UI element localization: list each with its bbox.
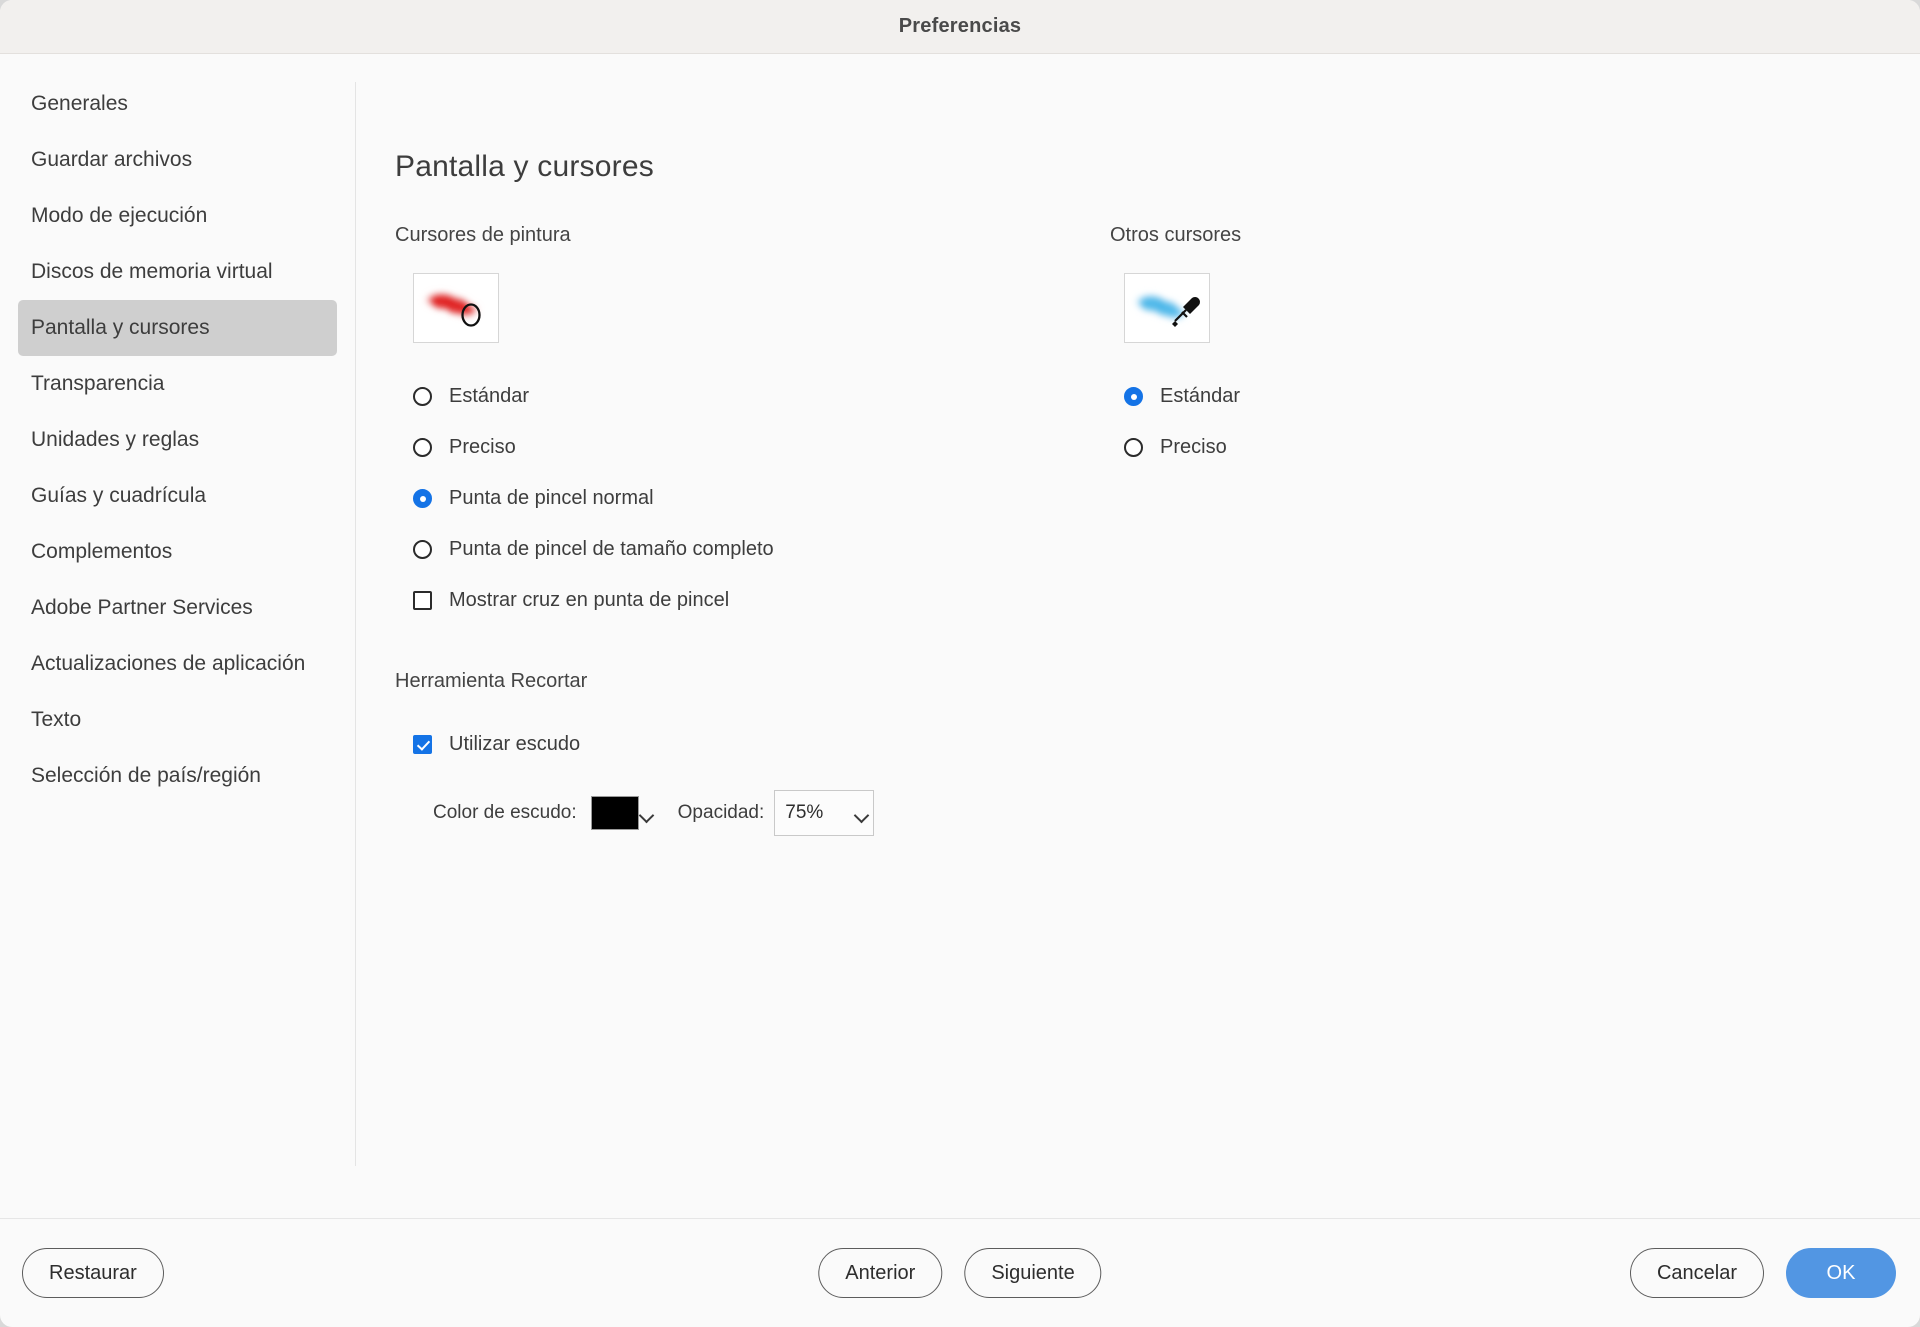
paint-cursor-option-1[interactable]: Preciso bbox=[395, 422, 1095, 473]
ok-button[interactable]: OK bbox=[1786, 1248, 1896, 1298]
radio-button[interactable] bbox=[413, 540, 432, 559]
sidebar-item-9[interactable]: Adobe Partner Services bbox=[18, 580, 337, 636]
use-shield-row[interactable]: Utilizar escudo bbox=[395, 719, 1095, 770]
sidebar-item-label: Discos de memoria virtual bbox=[31, 260, 273, 283]
sidebar-item-label: Pantalla y cursores bbox=[31, 316, 210, 339]
sidebar-item-1[interactable]: Guardar archivos bbox=[18, 132, 337, 188]
cancel-button[interactable]: Cancelar bbox=[1629, 1248, 1764, 1298]
radio-button[interactable] bbox=[1124, 387, 1143, 406]
sidebar-item-label: Modo de ejecución bbox=[31, 204, 208, 227]
other-cursor-options: Estándar Preciso bbox=[1110, 371, 1920, 473]
brush-stroke-preview bbox=[413, 273, 499, 343]
dialog-titlebar: Preferencias bbox=[0, 0, 1920, 54]
sidebar-item-label: Guías y cuadrícula bbox=[31, 484, 207, 507]
sidebar-item-4[interactable]: Pantalla y cursores bbox=[18, 300, 337, 356]
other-cursor-option-label: Preciso bbox=[1160, 436, 1227, 458]
previous-button[interactable]: Anterior bbox=[818, 1248, 943, 1298]
sidebar-item-label: Selección de país/región bbox=[31, 764, 261, 787]
sidebar-item-6[interactable]: Unidades y reglas bbox=[18, 412, 337, 468]
show-crosshair-label: Mostrar cruz en punta de pincel bbox=[449, 589, 730, 611]
paint-cursors-column: Cursores de pintura Estándar Preciso Pun… bbox=[395, 224, 1095, 836]
sidebar-item-8[interactable]: Complementos bbox=[18, 524, 337, 580]
crop-tool-group-label: Herramienta Recortar bbox=[395, 670, 588, 692]
sidebar-item-11[interactable]: Texto bbox=[18, 692, 337, 748]
eyedropper-preview-icon bbox=[1133, 293, 1200, 327]
preferences-sidebar: Generales Guardar archivos Modo de ejecuci… bbox=[0, 54, 355, 1218]
paint-cursors-group-label: Cursores de pintura bbox=[395, 224, 571, 246]
sidebar-item-label: Guardar archivos bbox=[31, 148, 193, 171]
next-button[interactable]: Siguiente bbox=[964, 1248, 1102, 1298]
opacity-label: Opacidad: bbox=[677, 802, 765, 823]
restore-button[interactable]: Restaurar bbox=[22, 1248, 164, 1298]
sidebar-item-label: Transparencia bbox=[31, 372, 165, 395]
paint-cursor-option-3[interactable]: Punta de pincel de tamaño completo bbox=[395, 524, 1095, 575]
sidebar-item-3[interactable]: Discos de memoria virtual bbox=[18, 244, 337, 300]
radio-button[interactable] bbox=[413, 438, 432, 457]
paint-cursor-option-0[interactable]: Estándar bbox=[395, 371, 1095, 422]
sidebar-item-7[interactable]: Guías y cuadrícula bbox=[18, 468, 337, 524]
sidebar-item-label: Texto bbox=[31, 708, 82, 731]
other-cursor-option-label: Estándar bbox=[1160, 385, 1241, 407]
sidebar-item-5[interactable]: Transparencia bbox=[18, 356, 337, 412]
other-cursors-column: Otros cursores Estándar Preciso bbox=[1095, 224, 1920, 836]
sidebar-item-10[interactable]: Actualizaciones de aplicación bbox=[18, 636, 337, 692]
show-crosshair-checkbox[interactable] bbox=[413, 591, 432, 610]
radio-button[interactable] bbox=[413, 489, 432, 508]
page-title: Pantalla y cursores bbox=[395, 150, 654, 183]
sidebar-item-label: Generales bbox=[31, 92, 128, 115]
paint-cursor-option-2[interactable]: Punta de pincel normal bbox=[395, 473, 1095, 524]
footer-right-group: Cancelar OK bbox=[1629, 1248, 1896, 1298]
opacity-select[interactable]: 75% bbox=[774, 790, 875, 836]
dialog-title: Preferencias bbox=[898, 15, 1022, 37]
other-cursors-group-label: Otros cursores bbox=[1110, 224, 1242, 246]
sidebar-item-label: Actualizaciones de aplicación bbox=[31, 652, 306, 675]
preferences-content-panel: Pantalla y cursores Cursores de pintura bbox=[355, 54, 1920, 1218]
use-shield-label: Utilizar escudo bbox=[449, 733, 581, 755]
dialog-footer: Restaurar Anterior Siguiente Cancelar OK bbox=[0, 1218, 1920, 1327]
paint-cursor-option-label: Preciso bbox=[449, 436, 516, 458]
paint-cursor-options: Estándar Preciso Punta de pincel normal Pun… bbox=[395, 371, 1095, 626]
other-cursor-option-0[interactable]: Estándar bbox=[1110, 371, 1920, 422]
sidebar-item-2[interactable]: Modo de ejecución bbox=[18, 188, 337, 244]
shield-color-swatch[interactable] bbox=[590, 796, 639, 830]
sidebar-item-0[interactable]: Generales bbox=[18, 76, 337, 132]
eyedropper-preview bbox=[1124, 273, 1210, 343]
content-columns: Cursores de pintura Estándar Preciso Pun… bbox=[395, 224, 1920, 836]
sidebar-item-label: Unidades y reglas bbox=[31, 428, 200, 451]
shield-color-label: Color de escudo: bbox=[433, 802, 577, 823]
brush-stroke-preview-icon bbox=[423, 291, 481, 327]
paint-cursor-option-label: Punta de pincel de tamaño completo bbox=[449, 538, 774, 560]
dialog-body: Generales Guardar archivos Modo de ejecuci… bbox=[0, 54, 1920, 1218]
radio-button[interactable] bbox=[1124, 438, 1143, 457]
radio-button[interactable] bbox=[413, 387, 432, 406]
sidebar-item-12[interactable]: Selección de país/región bbox=[18, 748, 337, 804]
preferences-dialog: Preferencias Generales Guardar archivos Mo… bbox=[0, 0, 1920, 1327]
crop-tool-section: Herramienta Recortar Utilizar escudo Col… bbox=[395, 670, 1095, 836]
use-shield-checkbox[interactable] bbox=[413, 735, 432, 754]
footer-left-group: Restaurar bbox=[22, 1248, 164, 1298]
other-cursor-option-1[interactable]: Preciso bbox=[1110, 422, 1920, 473]
paint-cursor-option-label: Estándar bbox=[449, 385, 530, 407]
sidebar-item-label: Complementos bbox=[31, 540, 173, 563]
shield-color-picker[interactable] bbox=[590, 796, 648, 830]
shield-settings-row: Color de escudo: Opacidad: 75% bbox=[395, 790, 1095, 836]
paint-cursor-option-label: Punta de pincel normal bbox=[449, 487, 654, 509]
sidebar-item-label: Adobe Partner Services bbox=[31, 596, 253, 619]
opacity-value: 75% bbox=[785, 802, 824, 823]
show-crosshair-row[interactable]: Mostrar cruz en punta de pincel bbox=[395, 575, 1095, 626]
footer-center-group: Anterior Siguiente bbox=[818, 1248, 1102, 1298]
